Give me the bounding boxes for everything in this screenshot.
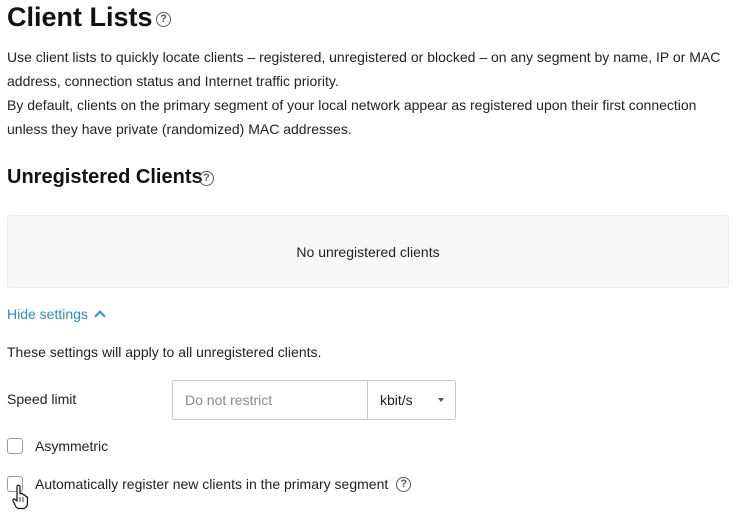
- intro-paragraph-1: Use client lists to quickly locate clien…: [7, 49, 721, 89]
- speed-unit-value: kbit/s: [380, 392, 413, 408]
- asymmetric-checkbox[interactable]: [7, 438, 23, 454]
- question-circle-icon[interactable]: ?: [396, 476, 412, 492]
- intro-text: Use client lists to quickly locate clien…: [7, 45, 732, 141]
- question-circle-icon[interactable]: ?: [199, 171, 214, 186]
- caret-down-icon: [438, 398, 444, 402]
- hand-pointer-cursor: [12, 484, 28, 510]
- asymmetric-option: Asymmetric: [7, 438, 108, 454]
- speed-unit-select[interactable]: kbit/s: [368, 381, 455, 419]
- auto-register-option: Automatically register new clients in th…: [7, 476, 412, 492]
- question-circle-icon[interactable]: ?: [156, 12, 171, 27]
- hide-settings-toggle[interactable]: Hide settings: [7, 306, 106, 322]
- empty-state-text: No unregistered clients: [296, 243, 440, 260]
- chevron-up-icon: [94, 310, 106, 322]
- auto-register-label: Automatically register new clients in th…: [35, 476, 389, 492]
- asymmetric-label: Asymmetric: [35, 438, 109, 454]
- intro-paragraph-2: By default, clients on the primary segme…: [7, 97, 697, 137]
- unregistered-clients-title: Unregistered Clients: [7, 166, 203, 188]
- unregistered-clients-empty-panel: No unregistered clients: [7, 215, 729, 288]
- speed-limit-control: kbit/s: [172, 380, 456, 420]
- page-title: Client Lists: [7, 2, 153, 32]
- settings-note: These settings will apply to all unregis…: [7, 344, 322, 360]
- speed-limit-label: Speed limit: [7, 391, 77, 407]
- hide-settings-label: Hide settings: [7, 306, 88, 322]
- speed-limit-input[interactable]: [173, 381, 368, 419]
